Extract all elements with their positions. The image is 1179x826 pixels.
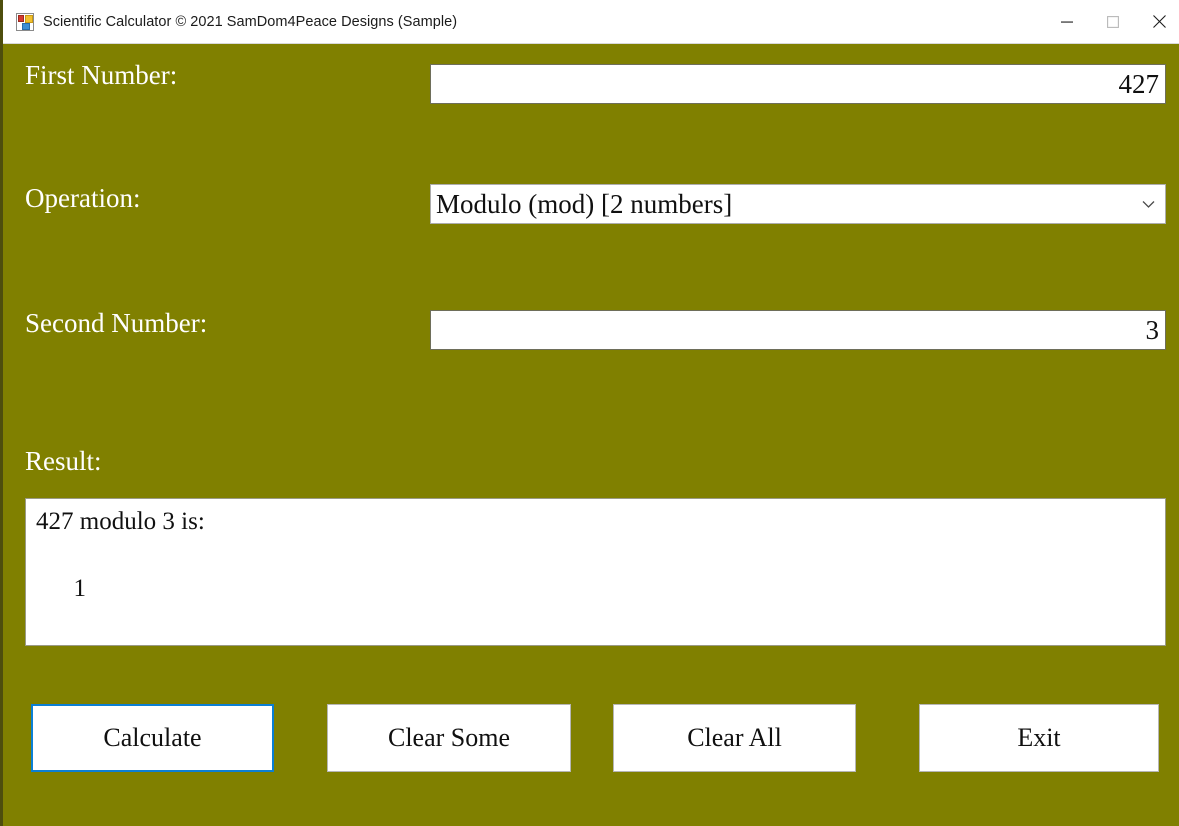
window-controls [1044,0,1179,43]
title-bar: Scientific Calculator © 2021 SamDom4Peac… [3,0,1179,44]
minimize-button[interactable] [1044,0,1090,43]
first-number-label: First Number: [25,60,178,90]
chevron-down-icon[interactable] [1131,200,1165,209]
operation-label: Operation: [25,183,141,213]
title-bar-left: Scientific Calculator © 2021 SamDom4Peac… [16,0,457,43]
clear-all-button[interactable]: Clear All [613,704,856,772]
maximize-button[interactable] [1090,0,1136,43]
second-number-input[interactable]: 3 [430,310,1166,350]
app-icon-yellow-square [25,14,33,23]
second-number-label: Second Number: [25,308,208,338]
close-icon [1152,15,1166,28]
app-form-icon [16,12,34,31]
exit-button[interactable]: Exit [919,704,1159,772]
maximize-icon [1107,15,1119,28]
clear-some-button[interactable]: Clear Some [327,704,571,772]
result-label: Result: [25,446,102,476]
result-output[interactable]: 427 modulo 3 is: 1 [25,498,1166,646]
window-title: Scientific Calculator © 2021 SamDom4Peac… [43,13,458,30]
app-icon-red-square [18,14,24,22]
operation-selected-value: Modulo (mod) [2 numbers] [436,188,733,219]
first-number-input[interactable]: 427 [430,64,1166,104]
close-button[interactable] [1136,0,1179,43]
calculator-window: Scientific Calculator © 2021 SamDom4Peac… [0,0,1179,826]
app-icon-blue-square [22,22,30,30]
minimize-icon [1061,21,1073,23]
calculate-button[interactable]: Calculate [31,704,274,772]
operation-dropdown[interactable]: Modulo (mod) [2 numbers] [430,184,1166,224]
